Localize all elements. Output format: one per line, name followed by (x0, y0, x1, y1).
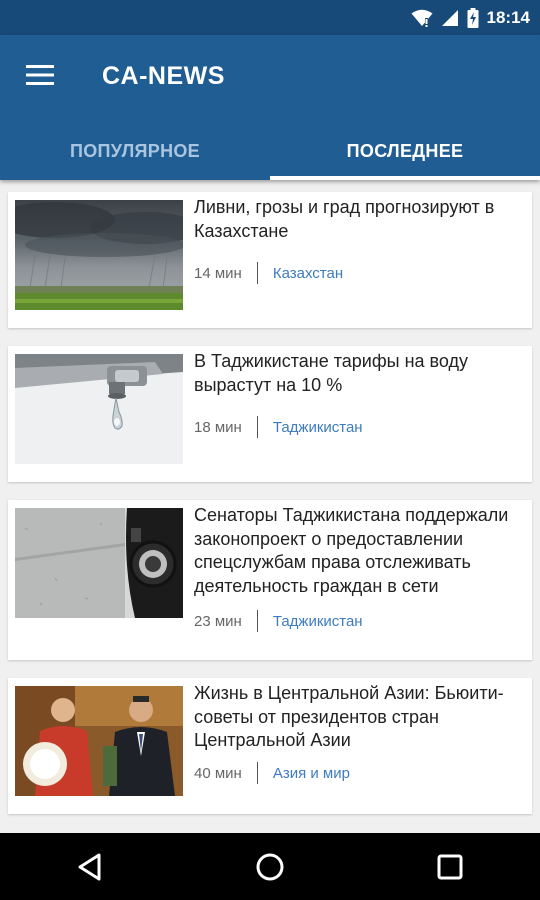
article-time: 18 мин (194, 418, 242, 436)
article-time: 14 мин (194, 264, 242, 282)
article-title: Жизнь в Центральной Азии: Бьюити-советы … (194, 683, 504, 750)
article-thumbnail (15, 686, 183, 796)
status-bar: 18:14 (0, 0, 540, 35)
article-time: 40 мин (194, 764, 242, 782)
article-card[interactable]: Жизнь в Центральной Азии: Бьюити-советы … (8, 678, 532, 814)
recents-icon (437, 854, 463, 879)
article-title: Сенаторы Таджикистана поддержали законоп… (194, 505, 509, 596)
tab-popular[interactable]: ПОПУЛЯРНОЕ (0, 123, 270, 180)
news-feed[interactable]: Ливни, грозы и град прогнозируют в Казах… (0, 180, 540, 833)
status-icons: 18:14 (411, 0, 530, 35)
app-bar: CA-NEWS ПОПУЛЯРНОЕ ПОСЛЕДНЕЕ (0, 35, 540, 180)
meta-divider (256, 262, 258, 284)
article-title: Ливни, грозы и град прогнозируют в Казах… (194, 197, 495, 241)
tab-latest[interactable]: ПОСЛЕДНЕЕ (270, 123, 540, 180)
article-thumbnail (15, 508, 183, 618)
hamburger-menu-icon (26, 65, 54, 85)
battery-charging-icon (467, 7, 479, 28)
article-card[interactable]: Сенаторы Таджикистана поддержали законоп… (8, 500, 532, 660)
back-button[interactable] (60, 837, 120, 897)
article-card[interactable]: Ливни, грозы и град прогнозируют в Казах… (8, 192, 532, 328)
article-title: В Таджикистане тарифы на воду вырастут н… (194, 351, 469, 395)
wifi-icon (411, 9, 433, 27)
app-title: CA-NEWS (102, 62, 225, 90)
article-thumbnail (15, 200, 183, 310)
article-meta: 18 мин Таджикистан (194, 416, 363, 438)
article-category[interactable]: Таджикистан (273, 613, 363, 630)
article-meta: 40 мин Азия и мир (194, 762, 350, 784)
meta-divider (256, 762, 258, 784)
article-thumbnail (15, 354, 183, 464)
back-icon (78, 853, 101, 880)
status-time: 18:14 (486, 7, 530, 27)
article-card[interactable]: В Таджикистане тарифы на воду вырастут н… (8, 346, 532, 482)
article-category[interactable]: Азия и мир (273, 765, 350, 782)
home-icon (256, 853, 284, 880)
article-meta: 23 мин Таджикистан (194, 610, 363, 632)
signal-icon (441, 9, 458, 26)
navigation-bar (0, 833, 540, 900)
home-button[interactable] (240, 837, 300, 897)
tab-bar: ПОПУЛЯРНОЕ ПОСЛЕДНЕЕ (0, 123, 540, 180)
article-meta: 14 мин Казахстан (194, 262, 343, 284)
article-category[interactable]: Таджикистан (273, 419, 363, 436)
menu-button[interactable] (16, 55, 64, 95)
meta-divider (256, 610, 258, 632)
article-time: 23 мин (194, 612, 242, 630)
meta-divider (256, 416, 258, 438)
article-category[interactable]: Казахстан (273, 265, 343, 282)
recents-button[interactable] (420, 837, 480, 897)
